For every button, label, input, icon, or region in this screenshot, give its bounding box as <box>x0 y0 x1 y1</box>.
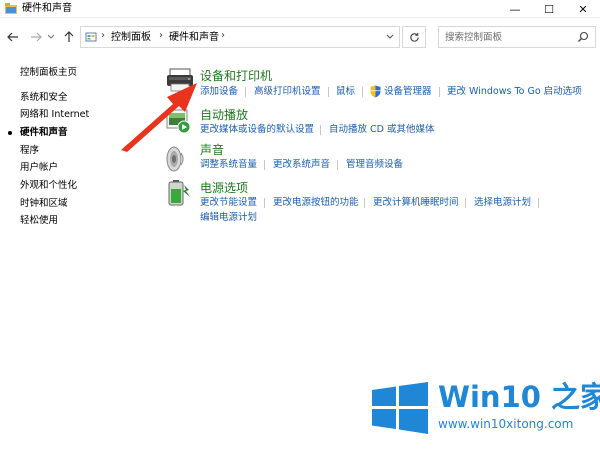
link-separator <box>538 198 539 208</box>
link-separator <box>328 87 329 97</box>
link-separator <box>364 198 365 208</box>
current-item-bullet <box>8 131 12 135</box>
adjust-volume-link[interactable]: 调整系统音量 <box>200 159 257 171</box>
link-separator <box>264 198 265 208</box>
windows-logo-watermark <box>372 382 428 434</box>
breadcrumb-separator: › <box>159 30 163 41</box>
forward-arrow-icon <box>31 32 42 42</box>
nav-clock-region[interactable]: 时钟和区域 <box>20 198 68 210</box>
mouse-link[interactable]: 鼠标 <box>336 86 355 98</box>
battery-icon[interactable] <box>166 179 192 207</box>
add-device-link[interactable]: 添加设备 <box>200 86 238 98</box>
change-system-sounds-link[interactable]: 更改系统声音 <box>273 159 330 171</box>
folder-icon <box>5 3 17 14</box>
edit-power-plan-link[interactable]: 编辑电源计划 <box>200 212 257 224</box>
power-button-function-link[interactable]: 更改电源按钮的功能 <box>273 197 359 209</box>
breadcrumb-hardware-sound[interactable]: 硬件和声音 <box>169 31 219 44</box>
nav-hardware-sound[interactable]: 硬件和声音 <box>20 127 68 139</box>
minimize-button[interactable]: — <box>498 0 532 18</box>
window-title: 硬件和声音 <box>22 3 72 14</box>
up-button[interactable] <box>60 28 78 46</box>
close-button[interactable]: ✕ <box>566 0 600 18</box>
forward-button[interactable] <box>27 28 45 46</box>
link-separator <box>320 125 321 135</box>
nav-control-panel-home[interactable]: 控制面板主页 <box>20 67 77 79</box>
chevron-down-icon <box>47 34 55 39</box>
search-input[interactable] <box>445 30 570 44</box>
shield-icon <box>370 85 381 98</box>
address-dropdown-button[interactable] <box>383 30 397 44</box>
device-manager-link[interactable]: 设备管理器 <box>384 86 432 98</box>
chevron-down-icon <box>386 34 394 39</box>
recent-locations-button[interactable] <box>46 28 56 46</box>
watermark-url: www.win10xitong.com <box>438 417 574 431</box>
refresh-button[interactable] <box>402 26 426 48</box>
nav-network-internet[interactable]: 网络和 Internet <box>20 109 89 121</box>
navigation-row: › 控制面板 › 硬件和声音 › <box>0 20 600 54</box>
link-separator <box>465 198 466 208</box>
breadcrumb-control-panel[interactable]: 控制面板 <box>111 31 151 44</box>
nav-programs[interactable]: 程序 <box>20 145 39 157</box>
devices-printers-title[interactable]: 设备和打印机 <box>200 69 272 83</box>
link-separator <box>362 87 363 97</box>
link-separator <box>337 160 338 170</box>
nav-user-accounts[interactable]: 用户帐户 <box>20 162 58 174</box>
breadcrumb-separator: › <box>221 30 225 41</box>
nav-ease-of-access[interactable]: 轻松使用 <box>20 215 58 227</box>
maximize-button[interactable]: ☐ <box>532 0 566 18</box>
autoplay-cd-link[interactable]: 自动播放 CD 或其他媒体 <box>329 124 435 136</box>
title-bar: 硬件和声音 — ☐ ✕ <box>0 0 600 18</box>
nav-appearance[interactable]: 外观和个性化 <box>20 180 77 192</box>
up-arrow-icon <box>64 31 74 42</box>
autoplay-title[interactable]: 自动播放 <box>200 108 248 122</box>
annotation-arrow <box>121 83 197 152</box>
address-bar[interactable]: › 控制面板 › 硬件和声音 › <box>80 26 400 48</box>
link-separator <box>264 160 265 170</box>
link-separator <box>245 87 246 97</box>
advanced-printer-settings-link[interactable]: 高级打印机设置 <box>254 86 321 98</box>
choose-power-plan-link[interactable]: 选择电源计划 <box>474 197 531 209</box>
change-media-defaults-link[interactable]: 更改媒体或设备的默认设置 <box>200 124 314 136</box>
control-panel-icon <box>85 32 97 42</box>
refresh-icon <box>409 32 419 42</box>
nav-system-security[interactable]: 系统和安全 <box>20 92 68 104</box>
back-arrow-icon <box>7 32 18 42</box>
watermark-brand: Win10 之家 <box>438 380 600 414</box>
power-options-title[interactable]: 电源选项 <box>200 181 248 195</box>
change-power-saving-link[interactable]: 更改节能设置 <box>200 197 257 209</box>
breadcrumb-separator: › <box>101 30 105 41</box>
search-box[interactable] <box>438 26 596 48</box>
windows-to-go-link[interactable]: 更改 Windows To Go 启动选项 <box>447 86 582 98</box>
manage-audio-devices-link[interactable]: 管理音频设备 <box>346 159 403 171</box>
change-sleep-time-link[interactable]: 更改计算机睡眠时间 <box>373 197 459 209</box>
link-separator <box>439 87 440 97</box>
back-button[interactable] <box>4 28 22 46</box>
search-icon[interactable] <box>577 31 589 43</box>
